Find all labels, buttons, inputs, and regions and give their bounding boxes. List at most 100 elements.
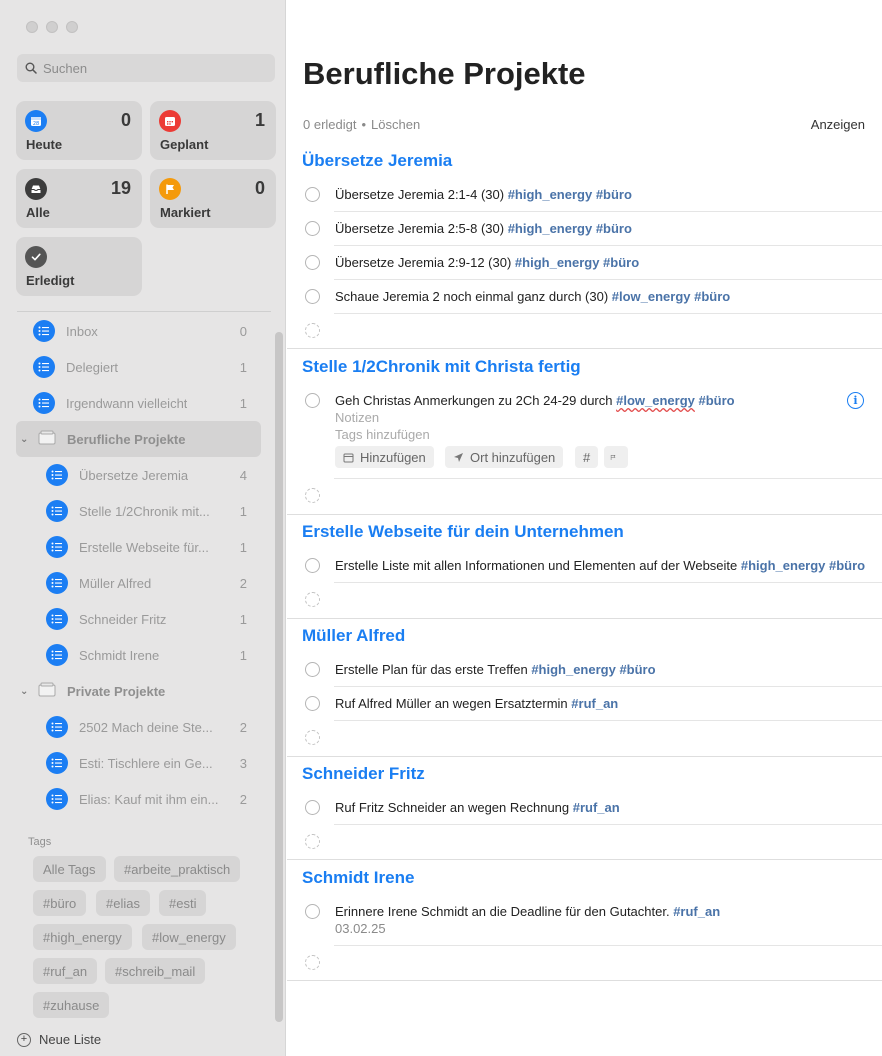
group-name: Berufliche Projekte bbox=[67, 431, 186, 447]
list-name: Inbox bbox=[66, 323, 98, 339]
task-title[interactable]: Ruf Fritz Schneider an wegen Rechnung #r… bbox=[335, 800, 620, 815]
sidebar-divider bbox=[17, 311, 271, 312]
tag-chip[interactable]: #zuhause bbox=[33, 992, 110, 1018]
task-checkbox[interactable] bbox=[305, 696, 320, 711]
checkmark-icon bbox=[25, 246, 47, 268]
add-date-button[interactable]: Hinzufügen bbox=[335, 446, 434, 468]
list-name: Delegiert bbox=[66, 359, 119, 375]
task-title[interactable]: Erstelle Plan für das erste Treffen #hig… bbox=[335, 662, 656, 677]
task-checkbox[interactable] bbox=[305, 800, 320, 815]
list-icon bbox=[46, 536, 68, 558]
minimize-window-button[interactable] bbox=[46, 21, 58, 33]
row-separator bbox=[334, 582, 882, 583]
new-task-placeholder-circle[interactable] bbox=[305, 730, 320, 745]
task-checkbox[interactable] bbox=[305, 289, 320, 304]
smart-list-completed[interactable]: Erledigt bbox=[16, 237, 142, 296]
list-icon bbox=[33, 356, 55, 378]
list-item-jeremia[interactable]: Übersetze Jeremia 4 bbox=[0, 457, 272, 493]
task-checkbox[interactable] bbox=[305, 558, 320, 573]
chevron-down-icon[interactable]: ⌄ bbox=[20, 434, 32, 445]
flag-button[interactable] bbox=[604, 446, 628, 468]
section-divider bbox=[287, 618, 882, 619]
row-separator bbox=[334, 945, 882, 946]
section-title[interactable]: Erstelle Webseite für dein Unternehmen bbox=[302, 522, 624, 542]
tag-chip[interactable]: #büro bbox=[33, 890, 87, 916]
tag-chip[interactable]: #high_energy bbox=[33, 924, 132, 950]
zoom-window-button[interactable] bbox=[66, 21, 78, 33]
add-location-button[interactable]: Ort hinzufügen bbox=[445, 446, 564, 468]
my-lists: Inbox 0 Delegiert 1 Irgendwann vielleich… bbox=[0, 313, 272, 817]
list-item-webseite[interactable]: Erstelle Webseite für... 1 bbox=[0, 529, 272, 565]
new-list-button[interactable]: + Neue Liste bbox=[17, 1032, 101, 1047]
smart-list-flagged[interactable]: 0 Markiert bbox=[150, 169, 276, 228]
task-title[interactable]: Erstelle Liste mit allen Informationen u… bbox=[335, 558, 865, 573]
list-item-inbox[interactable]: Inbox 0 bbox=[0, 313, 272, 349]
section-title[interactable]: Schmidt Irene bbox=[302, 868, 414, 888]
list-item-esti[interactable]: Esti: Tischlere ein Ge... 3 bbox=[0, 745, 272, 781]
close-window-button[interactable] bbox=[26, 21, 38, 33]
task-checkbox[interactable] bbox=[305, 393, 320, 408]
list-name: Esti: Tischlere ein Ge... bbox=[79, 755, 213, 771]
section-title[interactable]: Stelle 1/2Chronik mit Christa fertig bbox=[302, 357, 581, 377]
show-completed-button[interactable]: Anzeigen bbox=[811, 117, 865, 132]
list-item-someday[interactable]: Irgendwann vielleicht 1 bbox=[0, 385, 272, 421]
list-item-elias[interactable]: Elias: Kauf mit ihm ein... 2 bbox=[0, 781, 272, 817]
tag-chip[interactable]: #elias bbox=[96, 890, 150, 916]
tag-chip[interactable]: #esti bbox=[159, 890, 207, 916]
tag-chip[interactable]: Alle Tags bbox=[33, 856, 106, 882]
new-task-placeholder-circle[interactable] bbox=[305, 592, 320, 607]
task-title[interactable]: Geh Christas Anmerkungen zu 2Ch 24-29 du… bbox=[335, 393, 735, 408]
chevron-down-icon[interactable]: ⌄ bbox=[20, 686, 32, 697]
smart-list-scheduled[interactable]: 1 Geplant bbox=[150, 101, 276, 160]
group-name: Private Projekte bbox=[67, 683, 166, 699]
new-task-placeholder-circle[interactable] bbox=[305, 834, 320, 849]
task-title[interactable]: Übersetze Jeremia 2:9-12 (30) #high_ener… bbox=[335, 255, 639, 270]
completed-count: 0 erledigt bbox=[303, 117, 357, 132]
list-item-mueller[interactable]: Müller Alfred 2 bbox=[0, 565, 272, 601]
group-berufliche-projekte[interactable]: ⌄ Berufliche Projekte bbox=[16, 421, 261, 457]
tag-chip[interactable]: #schreib_mail bbox=[105, 958, 206, 984]
task-title[interactable]: Schaue Jeremia 2 noch einmal ganz durch … bbox=[335, 289, 730, 304]
list-item-chronik[interactable]: Stelle 1/2Chronik mit... 1 bbox=[0, 493, 272, 529]
search-input[interactable]: Suchen bbox=[17, 54, 275, 82]
group-private-projekte[interactable]: ⌄ Private Projekte bbox=[0, 673, 272, 709]
list-item-schmidt[interactable]: Schmidt Irene 1 bbox=[0, 637, 272, 673]
folder-icon bbox=[38, 682, 56, 700]
list-item-2502[interactable]: 2502 Mach deine Ste... 2 bbox=[0, 709, 272, 745]
task-title[interactable]: Ruf Alfred Müller an wegen Ersatztermin … bbox=[335, 696, 618, 711]
task-title[interactable]: Übersetze Jeremia 2:1-4 (30) #high_energ… bbox=[335, 187, 632, 202]
sidebar-scrollbar[interactable] bbox=[275, 332, 283, 1022]
smart-list-all[interactable]: 19 Alle bbox=[16, 169, 142, 228]
clear-button[interactable]: Löschen bbox=[371, 117, 420, 132]
list-count: 1 bbox=[239, 611, 247, 627]
section-title[interactable]: Müller Alfred bbox=[302, 626, 405, 646]
today-label: Heute bbox=[26, 137, 63, 152]
task-tags: #high_energy #büro bbox=[740, 558, 866, 573]
section-title[interactable]: Schneider Fritz bbox=[302, 764, 425, 784]
new-task-placeholder-circle[interactable] bbox=[305, 323, 320, 338]
task-title[interactable]: Übersetze Jeremia 2:5-8 (30) #high_energ… bbox=[335, 221, 632, 236]
list-item-delegated[interactable]: Delegiert 1 bbox=[0, 349, 272, 385]
section-title[interactable]: Übersetze Jeremia bbox=[302, 151, 452, 171]
info-icon[interactable]: i bbox=[847, 392, 864, 409]
task-title[interactable]: Erinnere Irene Schmidt an die Deadline f… bbox=[335, 904, 720, 919]
task-tags: #ruf_an bbox=[673, 904, 721, 919]
task-checkbox[interactable] bbox=[305, 904, 320, 919]
notes-field[interactable]: Notizen bbox=[335, 410, 379, 425]
window-controls bbox=[26, 21, 78, 33]
add-tag-button[interactable]: # bbox=[575, 446, 599, 468]
row-separator bbox=[334, 245, 882, 246]
smart-list-today[interactable]: 28 0 Heute bbox=[16, 101, 142, 160]
task-checkbox[interactable] bbox=[305, 187, 320, 202]
tag-chip[interactable]: #arbeite_praktisch bbox=[114, 856, 241, 882]
task-checkbox[interactable] bbox=[305, 662, 320, 677]
tag-chip[interactable]: #ruf_an bbox=[33, 958, 98, 984]
tag-chip[interactable]: #low_energy bbox=[142, 924, 236, 950]
new-task-placeholder-circle[interactable] bbox=[305, 488, 320, 503]
task-checkbox[interactable] bbox=[305, 221, 320, 236]
new-task-placeholder-circle[interactable] bbox=[305, 955, 320, 970]
list-count: 2 bbox=[239, 791, 247, 807]
task-checkbox[interactable] bbox=[305, 255, 320, 270]
tags-field[interactable]: Tags hinzufügen bbox=[335, 427, 430, 442]
list-item-schneider[interactable]: Schneider Fritz 1 bbox=[0, 601, 272, 637]
